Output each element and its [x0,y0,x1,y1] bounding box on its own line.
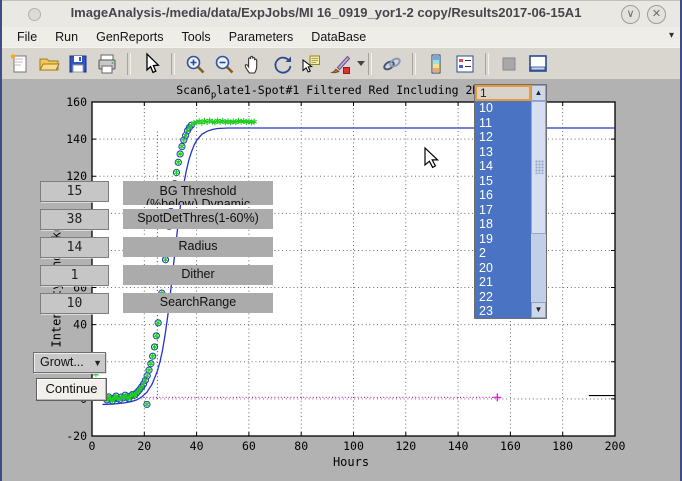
title-bar[interactable]: ImageAnalysis-/media/data/ExpJobs/MI 16_… [2,0,680,28]
menu-overflow-icon[interactable]: ▾ [669,30,674,41]
bg-threshold-input[interactable]: 15 [40,181,109,202]
scroll-up-icon[interactable]: ▲ [531,85,546,101]
growth-popup-menu[interactable]: Growt... ▼ [33,352,106,373]
dither-input[interactable]: 1 [40,265,109,286]
toolbar-separator [412,53,416,75]
print-icon[interactable] [94,51,120,77]
xtick-label-120: 120 [395,439,416,453]
radius-label: Radius [123,237,273,257]
list-item-18[interactable]: 18 [475,217,531,232]
radius-input[interactable]: 14 [40,237,109,258]
window-title: ImageAnalysis-/media/data/ExpJobs/MI 16_… [62,5,590,20]
new-file-icon[interactable] [7,51,33,77]
menu-tools[interactable]: Tools [173,29,220,45]
list-item-12[interactable]: 12 [475,130,531,145]
list-item-16[interactable]: 16 [475,188,531,203]
data-cursor-icon[interactable] [298,51,324,77]
xtick-label-40: 40 [190,439,204,453]
bg-threshold-label: BG Threshold (%below) Dynamic [123,181,273,205]
menu-genreports[interactable]: GenReports [87,29,172,45]
xtick-label-140: 140 [448,439,469,453]
menu-bar: FileRunGenReportsToolsParametersDataBase… [2,27,680,47]
xtick-label-200: 200 [605,439,626,453]
ytick-label-140: 140 [66,132,87,146]
brush-icon[interactable] [327,51,353,77]
pointer-icon[interactable] [138,51,164,77]
ytick-label--20: -20 [66,429,87,443]
dropdown-scrollbar[interactable]: ▲ ▼ [531,85,546,318]
open-folder-icon[interactable] [36,51,62,77]
searchrange-label: SearchRange [123,293,273,313]
xtick-label-20: 20 [137,439,151,453]
spotdetthres-input[interactable]: 38 [40,209,109,230]
xtick-label-100: 100 [343,439,364,453]
xtick-label-60: 60 [242,439,256,453]
shade-button[interactable]: ∨ [621,5,640,24]
ytick-label-40: 40 [73,318,87,332]
list-item-19[interactable]: 19 [475,232,531,247]
thumb-grip [535,160,544,174]
zoom-in-icon[interactable] [182,51,208,77]
list-item-11[interactable]: 11 [475,116,531,131]
insert-legend-icon[interactable] [452,51,478,77]
xtick-label-0: 0 [89,439,96,453]
xtick-label-180: 180 [552,439,573,453]
list-item-23[interactable]: 23 [475,304,531,318]
list-item-17[interactable]: 17 [475,203,531,218]
list-item-14[interactable]: 14 [475,159,531,174]
pan-hand-icon[interactable] [240,51,266,77]
continue-button[interactable]: Continue [36,378,107,401]
menu-run[interactable]: Run [46,29,87,45]
link-plots-icon[interactable] [379,51,405,77]
docked-figure-icon[interactable] [525,51,551,77]
plain-square-icon[interactable] [496,51,522,77]
list-item-13[interactable]: 13 [475,145,531,160]
list-item-22[interactable]: 22 [475,290,531,305]
bg-threshold-label-line2: (%below) Dynamic [123,198,273,206]
toolbar-separator [127,53,131,75]
rotate-3d-icon[interactable] [269,51,295,77]
toolbar-separator [485,53,489,75]
window-icon [28,8,41,21]
spotdetthres-label: SpotDetThres(1-60%) [123,209,273,229]
toolbar [2,47,680,80]
dither-label: Dither [123,265,273,285]
scrollbar-thumb[interactable] [531,101,546,234]
menu-database[interactable]: DataBase [302,29,375,45]
spot-number-list: 10111213141516171819220212223 [475,101,531,318]
list-item-20[interactable]: 20 [475,261,531,276]
searchrange-input[interactable]: 10 [40,293,109,314]
x-axis-label: Hours [141,455,561,469]
save-icon[interactable] [65,51,91,77]
xtick-label-160: 160 [500,439,521,453]
list-item-2[interactable]: 2 [475,246,531,261]
list-item-10[interactable]: 10 [475,101,531,116]
brush-caret-icon[interactable] [353,51,361,77]
menu-parameters[interactable]: Parameters [220,29,303,45]
xtick-label-80: 80 [294,439,308,453]
scroll-down-icon[interactable]: ▼ [531,302,546,318]
popup-caret-icon: ▼ [93,354,102,373]
ytick-label-160: 160 [66,95,87,109]
toolbar-separator [368,53,372,75]
menu-file[interactable]: File [8,29,46,45]
toolbar-separator [171,53,175,75]
figure-canvas: Intensity and Bkgd 020406080100120140160… [2,79,680,479]
close-button[interactable]: ✕ [647,5,666,24]
spot-number-combobox[interactable]: 1 [475,85,531,101]
list-item-21[interactable]: 21 [475,275,531,290]
spot-number-dropdown: 1 10111213141516171819220212223 ▲ ▼ [474,84,547,319]
list-item-15[interactable]: 15 [475,174,531,189]
figure-window: ImageAnalysis-/media/data/ExpJobs/MI 16_… [0,0,682,481]
mouse-cursor [424,147,440,169]
zoom-out-icon[interactable] [211,51,237,77]
colorbar-icon[interactable] [423,51,449,77]
